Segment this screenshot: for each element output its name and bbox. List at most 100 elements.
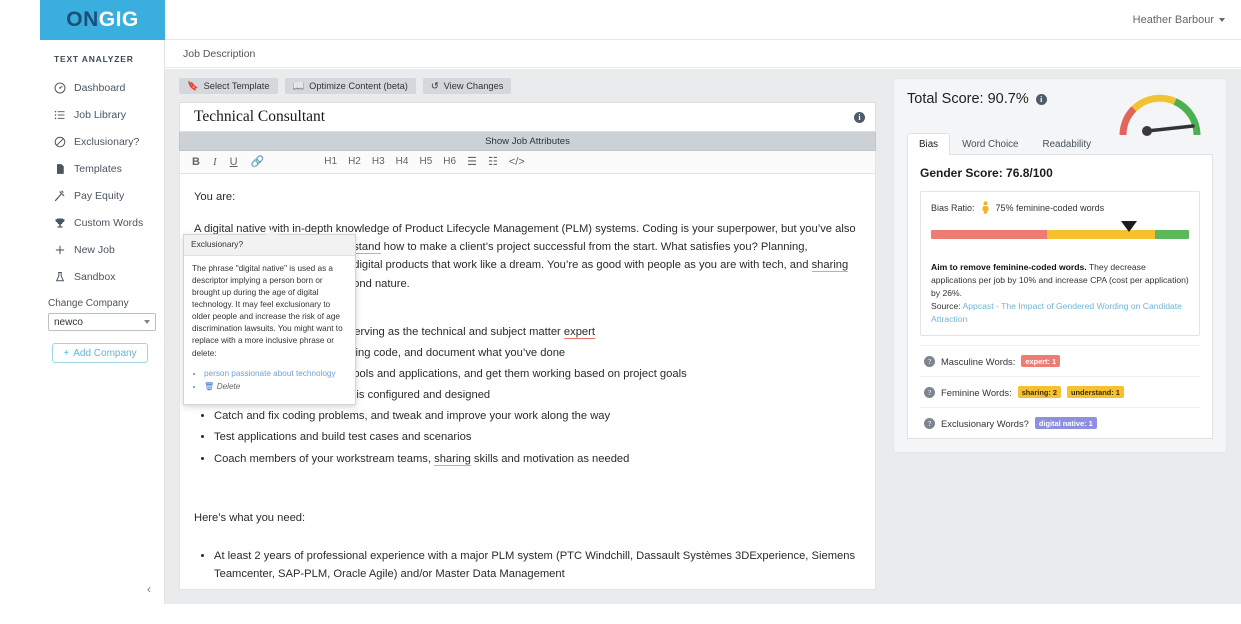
sidebar-collapse-button[interactable]: ‹ xyxy=(40,582,165,596)
bullet-list-icon[interactable]: ☰ xyxy=(467,156,477,168)
underline-button[interactable]: U xyxy=(230,156,238,168)
heading6-button[interactable]: H6 xyxy=(443,157,456,167)
popover-suggestions: person passionate about technology 🗑 Del… xyxy=(204,368,347,393)
suggestion-link[interactable]: person passionate about technology xyxy=(204,369,336,378)
sidebar-item-label: Exclusionary? xyxy=(74,135,140,148)
breadcrumb: Job Description xyxy=(165,40,1241,68)
list-item-text: Test applications and build test cases a… xyxy=(214,431,472,444)
tab-word-choice[interactable]: Word Choice xyxy=(950,133,1030,155)
ongig-logo[interactable]: ON GIG xyxy=(40,0,165,40)
sidebar-item-new-job[interactable]: New Job xyxy=(40,236,164,263)
bold-button[interactable]: B xyxy=(192,156,200,168)
info-icon[interactable]: i xyxy=(1035,93,1047,105)
sidebar-item-pay-equity[interactable]: Pay Equity xyxy=(40,182,164,209)
undo-icon: ↺ xyxy=(430,80,439,91)
tab-bias[interactable]: Bias xyxy=(907,133,951,155)
source-label: Source: xyxy=(931,300,963,311)
job-description-editor[interactable]: You are: A digital native with in-depth … xyxy=(179,174,876,590)
show-job-attributes-button[interactable]: Show Job Attributes xyxy=(179,132,876,151)
add-company-label: Add Company xyxy=(73,347,137,359)
user-menu[interactable]: Heather Barbour xyxy=(1133,0,1225,40)
word-row-label: Feminine Words: xyxy=(941,386,1012,398)
word-row-label: Masculine Words: xyxy=(941,355,1016,367)
view-changes-button[interactable]: ↺ View Changes xyxy=(422,78,512,94)
change-company-label: Change Company xyxy=(48,298,129,309)
word-chip[interactable]: digital native: 1 xyxy=(1034,417,1097,430)
meter-marker-icon xyxy=(1120,221,1137,232)
heading1-button[interactable]: H1 xyxy=(324,157,337,167)
popover-text: The phrase "digital native" is used as a… xyxy=(192,263,343,358)
sidebar-item-sandbox[interactable]: Sandbox xyxy=(40,263,164,290)
chevron-down-icon xyxy=(144,320,150,324)
score-card: Total Score: 90.7% i Bias Word Choice Re… xyxy=(893,78,1227,454)
highlight-expert[interactable]: expert xyxy=(563,325,595,339)
logo-on: ON xyxy=(66,8,99,31)
list-item: Coach members of your workstream teams, … xyxy=(214,450,857,468)
exclusionary-words-row: ? Exclusionary Words? digital native: 1 xyxy=(920,407,1200,438)
total-score-label: Total Score: 90.7% xyxy=(907,91,1029,107)
help-icon[interactable]: ? xyxy=(924,417,935,429)
workspace: 🔖 Select Template 📖 Optimize Content (be… xyxy=(165,69,1241,604)
app-root: ON GIG Heather Barbour TEXT ANALYZER Dash… xyxy=(0,0,1241,624)
job-title-input[interactable]: Technical Consultant xyxy=(194,108,325,126)
tab-readability[interactable]: Readability xyxy=(1031,133,1103,155)
list-icon xyxy=(54,109,66,121)
company-select[interactable]: newco xyxy=(48,313,156,331)
job-title-bar: Technical Consultant i xyxy=(179,102,876,132)
help-icon[interactable]: ? xyxy=(924,355,935,367)
select-template-button[interactable]: 🔖 Select Template xyxy=(179,78,278,94)
sidebar-item-job-library[interactable]: Job Library xyxy=(40,101,164,128)
bias-meter xyxy=(931,221,1189,250)
heading4-button[interactable]: H4 xyxy=(396,157,409,167)
word-chip[interactable]: expert: 1 xyxy=(1021,355,1061,368)
exclusionary-popover: Exclusionary? The phrase "digital native… xyxy=(183,229,356,405)
requirements-list: At least 2 years of professional experie… xyxy=(214,547,857,583)
link-icon[interactable]: 🔗 xyxy=(251,156,265,168)
chip-group: digital native: 1 xyxy=(1034,417,1097,430)
heading5-button[interactable]: H5 xyxy=(419,157,432,167)
sidebar-item-custom-words[interactable]: Custom Words xyxy=(40,209,164,236)
sidebar-item-label: Pay Equity xyxy=(74,189,125,202)
person-icon xyxy=(981,201,990,214)
template-toolbar: 🔖 Select Template 📖 Optimize Content (be… xyxy=(179,78,876,94)
file-icon xyxy=(54,163,66,175)
sidebar: TEXT ANALYZER Dashboard Job Library Excl… xyxy=(40,40,165,604)
delete-link[interactable]: Delete xyxy=(217,382,241,391)
word-chip[interactable]: understand: 1 xyxy=(1067,386,1124,399)
list-item[interactable]: person passionate about technology xyxy=(204,368,347,379)
popover-title: Exclusionary? xyxy=(184,235,355,256)
trophy-icon xyxy=(54,217,66,229)
heading2-button[interactable]: H2 xyxy=(348,157,361,167)
source-link[interactable]: Appcast - The Impact of Gendered Wording… xyxy=(931,301,1182,324)
highlight-sharing[interactable]: sharing xyxy=(434,452,471,466)
masculine-words-row: ? Masculine Words: expert: 1 xyxy=(920,345,1200,376)
chip-group: expert: 1 xyxy=(1021,355,1061,368)
bias-advice: Aim to remove feminine-coded words. They… xyxy=(931,261,1189,325)
bias-ratio-value: 75% feminine-coded words xyxy=(995,202,1105,213)
list-item[interactable]: 🗑 Delete xyxy=(204,381,347,392)
highlight-sharing[interactable]: sharing xyxy=(811,259,849,273)
sidebar-item-templates[interactable]: Templates xyxy=(40,155,164,182)
user-name: Heather Barbour xyxy=(1132,14,1214,26)
brand-bar: ON GIG Heather Barbour xyxy=(40,0,1241,40)
code-view-button[interactable]: </> xyxy=(509,156,525,168)
sidebar-item-dashboard[interactable]: Dashboard xyxy=(40,74,164,101)
list-item: Test applications and build test cases a… xyxy=(214,428,857,446)
optimize-content-label: Optimize Content (beta) xyxy=(309,81,408,91)
heading3-button[interactable]: H3 xyxy=(372,157,385,167)
optimize-content-button[interactable]: 📖 Optimize Content (beta) xyxy=(284,78,416,94)
add-company-button[interactable]: + Add Company xyxy=(52,343,148,363)
popover-arrow xyxy=(266,229,278,235)
italic-button[interactable]: I xyxy=(213,156,217,168)
score-gauge xyxy=(1113,85,1208,143)
info-icon[interactable]: i xyxy=(854,111,865,123)
meter-segment-red xyxy=(931,230,1048,239)
word-chip[interactable]: sharing: 2 xyxy=(1017,386,1062,399)
help-icon[interactable]: ? xyxy=(924,386,935,398)
bias-ratio-label: Bias Ratio: xyxy=(931,202,975,213)
numbered-list-icon[interactable]: ☷ xyxy=(488,156,498,168)
sidebar-item-exclusionary[interactable]: Exclusionary? xyxy=(40,128,164,155)
score-column: Total Score: 90.7% i Bias Word Choice Re… xyxy=(893,78,1227,454)
meter-segment-green xyxy=(1155,230,1189,239)
content-area: Job Description 🔖 Select Template 📖 Opti… xyxy=(165,40,1241,604)
